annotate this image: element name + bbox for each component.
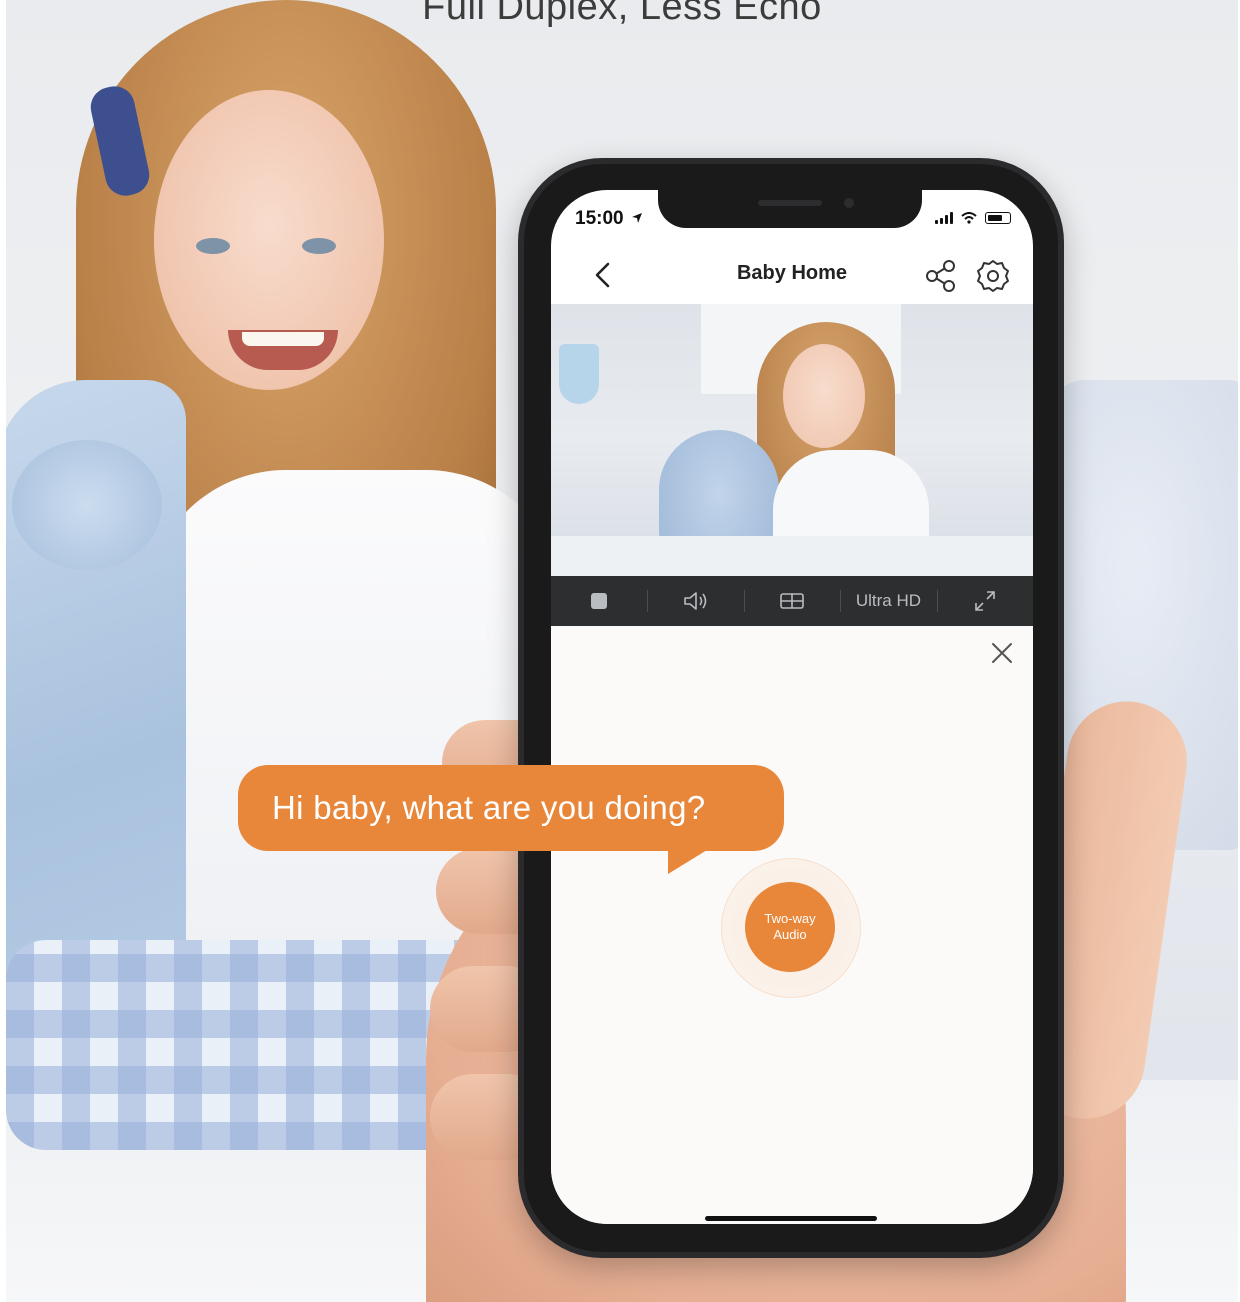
location-arrow-icon	[631, 213, 642, 223]
phone-notch	[658, 186, 922, 228]
share-icon[interactable]	[923, 258, 959, 294]
girl-eye-right	[302, 238, 336, 254]
quality-label: Ultra HD	[855, 591, 921, 610]
video-toolbar: Ultra HD	[551, 576, 1033, 626]
video-bed	[551, 536, 1033, 576]
quality-selector[interactable]: Ultra HD	[840, 576, 936, 626]
video-lamp	[559, 344, 599, 404]
split-view-button[interactable]	[743, 576, 840, 626]
close-icon[interactable]	[989, 640, 1015, 666]
live-video-feed[interactable]	[551, 304, 1033, 576]
fullscreen-icon	[975, 591, 995, 611]
fullscreen-button[interactable]	[936, 576, 1033, 626]
video-girl-face	[783, 344, 865, 448]
app-header: Baby Home	[551, 246, 1033, 304]
teddy-bear-ear	[12, 440, 162, 570]
speech-bubble: Hi baby, what are you doing?	[238, 765, 784, 851]
speech-bubble-tail	[668, 842, 720, 874]
page-title: Baby Home	[736, 262, 848, 284]
two-way-audio-line2: Audio	[773, 927, 807, 942]
speaker-icon	[683, 592, 706, 610]
split-view-icon	[780, 593, 804, 609]
girl-eye-left	[196, 238, 230, 254]
earpiece	[758, 200, 822, 206]
phone-screen: 15:00 Baby Home Ultra HD Two-way Audio	[551, 190, 1033, 1224]
home-indicator	[705, 1216, 877, 1221]
gear-icon[interactable]	[975, 258, 1011, 294]
stop-button[interactable]	[551, 576, 647, 626]
status-time: 15:00	[575, 208, 643, 230]
mute-button[interactable]	[647, 576, 743, 626]
stop-icon	[591, 593, 608, 609]
front-camera	[844, 198, 854, 208]
two-way-audio-button[interactable]: Two-way Audio	[745, 882, 835, 972]
two-way-audio-line1: Two-way	[764, 911, 816, 926]
signal-icon	[935, 212, 953, 224]
wifi-icon	[961, 212, 977, 224]
girl-teeth	[242, 332, 324, 346]
two-way-audio-panel: Two-way Audio	[551, 626, 1033, 1224]
status-time-text: 15:00	[575, 208, 624, 229]
headline: Full Duplex, Less Echo	[422, 0, 822, 28]
battery-icon	[985, 212, 1011, 224]
speech-bubble-text: Hi baby, what are you doing?	[272, 789, 706, 826]
status-icons	[935, 212, 1011, 224]
